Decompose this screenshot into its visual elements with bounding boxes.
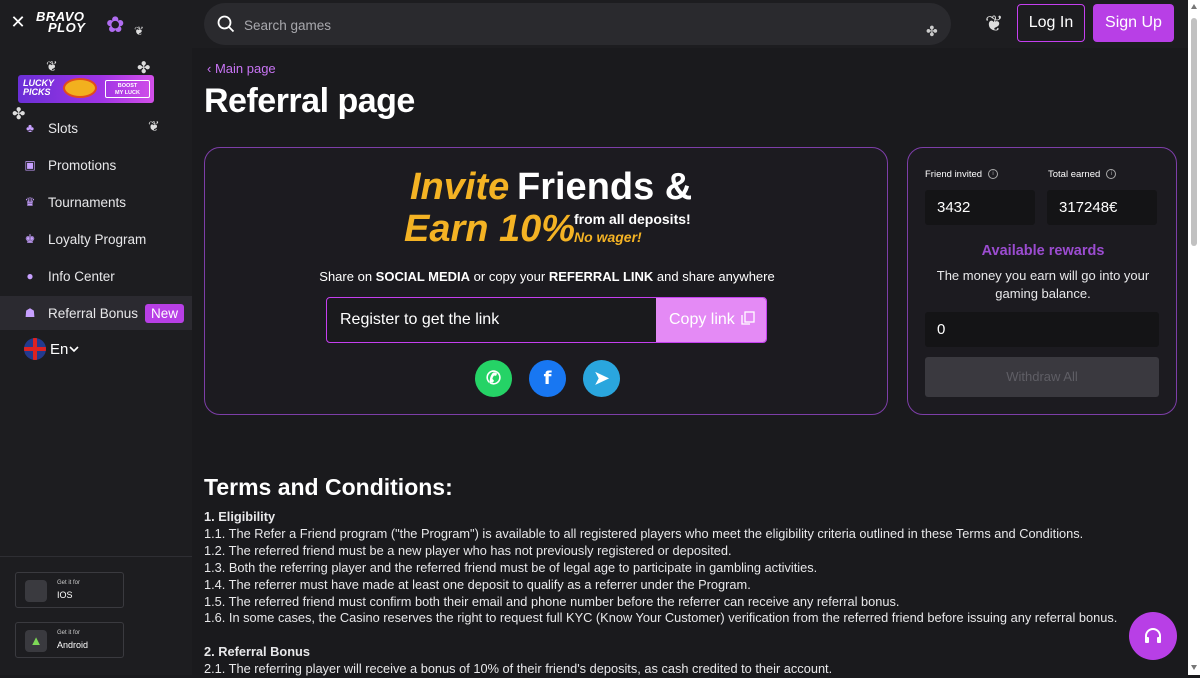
hero-no-wager: No wager! [574, 229, 642, 245]
terms-line: 1.6. In some cases, the Casino reserves … [204, 610, 1118, 626]
sidebar: ❦ ✤ LUCKY PICKS BOOST MY LUCK ✤ ❦ ♣ Slots … [0, 48, 192, 675]
android-icon: ▲ [25, 630, 47, 652]
lucky-picks-banner[interactable]: LUCKY PICKS BOOST MY LUCK [18, 75, 154, 103]
copy-icon [741, 311, 755, 325]
ios-app-button[interactable]: Get it for IOS [15, 572, 124, 608]
support-chat-button[interactable] [1129, 612, 1177, 660]
referral-link-value: Register to get the link [340, 311, 500, 328]
sidebar-item-slots[interactable]: ♣ Slots [0, 111, 192, 145]
sidebar-item-referral-bonus[interactable]: ☗ Referral Bonus New [0, 296, 192, 330]
hero-from-all: from all deposits! [574, 211, 691, 227]
info-icon[interactable]: i [988, 169, 999, 180]
scrollbar-thumb[interactable] [1191, 18, 1197, 246]
clover-decoration-icon: ✿ [106, 12, 125, 37]
facebook-icon[interactable]: f [529, 360, 566, 397]
butterfly-decoration-icon: ❦ [985, 11, 1004, 36]
headset-icon [1145, 628, 1161, 643]
info-icon: ● [26, 269, 34, 283]
divider [0, 556, 192, 557]
butterfly-decoration-icon: ❦ [134, 24, 145, 38]
telegram-icon[interactable]: ➤ [583, 360, 620, 397]
available-rewards-description: The money you earn will go into your gam… [936, 268, 1150, 301]
copy-link-button[interactable]: Copy link [656, 298, 766, 342]
boost-my-luck-button[interactable]: BOOST MY LUCK [105, 80, 150, 98]
chevron-down-icon [69, 346, 79, 353]
breadcrumb[interactable]: ‹ Main page [207, 61, 276, 76]
page-title: Referral page [204, 82, 415, 120]
crown-icon: ♚ [24, 232, 36, 246]
language-selector[interactable]: En [24, 338, 80, 360]
sidebar-item-tournaments[interactable]: ♛ Tournaments [0, 185, 192, 219]
terms-line: 2.1. The referring player will receive a… [204, 661, 833, 677]
share-instructions: Share on SOCIAL MEDIA or copy your REFER… [319, 269, 775, 284]
users-icon: ☗ [24, 306, 36, 320]
total-earned-label: Total earned i [1048, 169, 1117, 180]
login-button[interactable]: Log In [1017, 4, 1085, 42]
referral-invite-card: Invite Friends & Earn 10% from all depos… [204, 147, 888, 415]
close-icon[interactable]: ✕ [9, 13, 27, 31]
whatsapp-icon[interactable]: ✆ [475, 360, 512, 397]
coin-icon [63, 78, 97, 98]
clover-decoration-icon: ✤ [926, 23, 938, 39]
terms-section-title: 2. Referral Bonus [204, 644, 310, 660]
search-bar[interactable]: ✤ [204, 3, 951, 45]
scroll-down-arrow-icon[interactable] [1191, 665, 1197, 670]
rewards-card: Friend invited i Total earned i 3432 31724… [907, 147, 1177, 415]
butterfly-decoration-icon: ❦ [46, 58, 58, 74]
terms-line: 1.3. Both the referring player and the r… [204, 559, 818, 575]
scroll-up-arrow-icon[interactable] [1191, 4, 1197, 9]
search-input[interactable] [242, 11, 886, 39]
info-icon[interactable]: i [1106, 169, 1117, 180]
friend-invited-value: 3432 [925, 190, 1035, 225]
android-app-button[interactable]: ▲ Get it for Android [15, 622, 124, 658]
balance-value: 0 [925, 312, 1159, 347]
terms-line: 1.5. The referred friend must confirm bo… [204, 593, 900, 609]
withdraw-all-button[interactable]: Withdraw All [925, 357, 1159, 397]
hero-friends: Friends & [517, 166, 693, 208]
terms-line: 1.4. The referrer must have made at leas… [204, 576, 751, 592]
referral-link-field[interactable]: Register to get the link Copy link [326, 297, 767, 343]
terms-line: 1.1. The Refer a Friend program ("the Pr… [204, 525, 1084, 541]
logo[interactable]: BRAVO PLOY [36, 10, 98, 34]
terms-heading: Terms and Conditions: [204, 474, 453, 500]
apple-icon [25, 580, 47, 602]
terms-body: 1. Eligibility 1.1. The Refer a Friend p… [204, 509, 1164, 678]
friend-invited-label: Friend invited i [925, 169, 999, 180]
sidebar-item-promotions[interactable]: ▣ Promotions [0, 148, 192, 182]
search-icon [217, 15, 235, 33]
top-bar: ✕ BRAVO PLOY ✿ ❦ ✤ ❦ Log In Sign Up [0, 0, 1188, 48]
sidebar-item-loyalty[interactable]: ♚ Loyalty Program [0, 222, 192, 256]
total-earned-value: 317248€ [1047, 190, 1157, 225]
available-rewards-title: Available rewards [981, 243, 1105, 259]
gift-icon: ▣ [24, 158, 36, 172]
hero-invite: Invite [410, 166, 510, 208]
hero-earn: Earn 10% [404, 208, 576, 250]
terms-line: 1.2. The referred friend must be a new p… [204, 542, 732, 558]
new-badge: New [145, 303, 185, 323]
signup-button[interactable]: Sign Up [1093, 4, 1174, 42]
terms-section-title: 1. Eligibility [204, 509, 276, 524]
sidebar-item-info-center[interactable]: ● Info Center [0, 259, 192, 293]
uk-flag-icon [24, 338, 46, 360]
cherries-icon: ♣ [26, 121, 34, 135]
trophy-icon: ♛ [24, 195, 36, 209]
